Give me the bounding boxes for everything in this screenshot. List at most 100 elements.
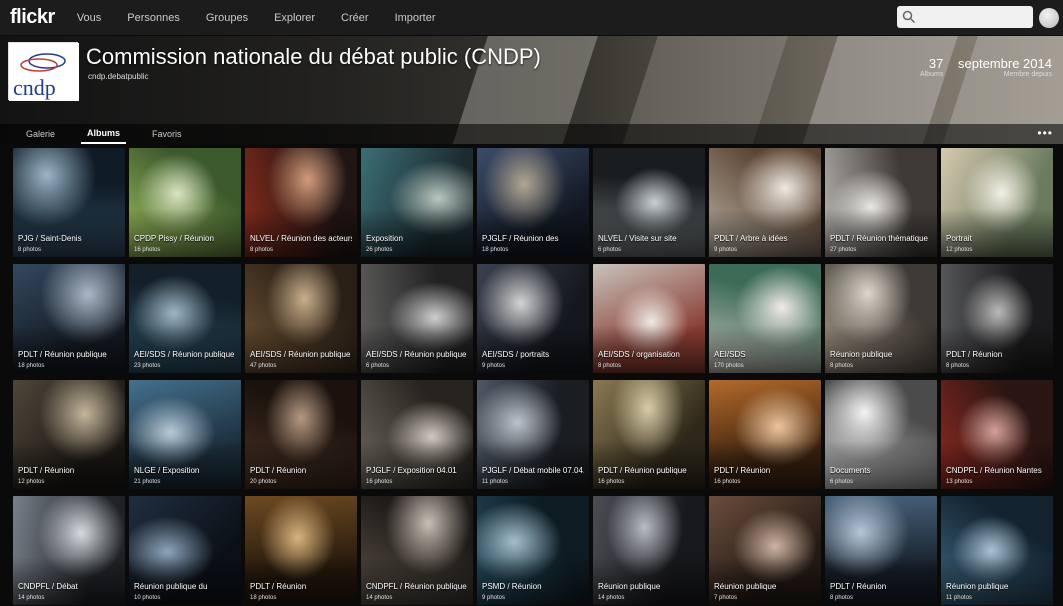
- stat-albums-value: 37: [928, 56, 944, 71]
- album-photo-count: 8 photos: [946, 363, 970, 369]
- album-title: AEI/SDS / Réunion publique: [366, 350, 467, 359]
- user-avatar[interactable]: [1039, 8, 1059, 28]
- album-tile[interactable]: Réunion publique 8 photos: [825, 264, 937, 373]
- album-photo-count: 14 photos: [366, 595, 393, 601]
- album-title: Portrait: [946, 234, 972, 243]
- album-title: PDLT / Réunion: [830, 582, 887, 591]
- album-tile[interactable]: AEI/SDS / Réunion publique 6 photos: [361, 264, 473, 373]
- album-photo-count: 47 photos: [250, 363, 277, 369]
- nav-link-personnes[interactable]: Personnes: [127, 12, 180, 24]
- album-photo-count: 7 photos: [714, 595, 738, 601]
- album-tile[interactable]: AEI/SDS / Réunion publique 23 photos: [129, 264, 241, 373]
- album-tile[interactable]: PDLT / Réunion thématique 27 photos: [825, 148, 937, 257]
- album-tile[interactable]: PDLT / Réunion 18 photos: [245, 496, 357, 605]
- page-subtitle: cndp.debatpublic: [88, 72, 149, 81]
- more-options-icon[interactable]: •••: [1037, 126, 1053, 140]
- album-tile[interactable]: NLVEL / Réunion des acteurs 8 photos: [245, 148, 357, 257]
- album-title: CNDPFL / Réunion Nantes: [946, 466, 1042, 475]
- album-tile[interactable]: PSMD / Réunion 9 photos: [477, 496, 589, 605]
- album-photo-count: 9 photos: [714, 247, 738, 253]
- album-tile[interactable]: Réunion publique 14 photos: [593, 496, 705, 605]
- album-title: PDLT / Réunion thématique: [830, 234, 928, 243]
- album-tile[interactable]: PJG / Saint-Denis 8 photos: [13, 148, 125, 257]
- album-title: PDLT / Réunion: [18, 466, 75, 475]
- album-title: NLGE / Exposition: [134, 466, 200, 475]
- album-photo-count: 9 photos: [482, 595, 506, 601]
- album-photo-count: 6 photos: [366, 363, 390, 369]
- album-tile[interactable]: PDLT / Réunion 8 photos: [825, 496, 937, 605]
- stat-member-since: septembre 2014 Membre depuis: [958, 56, 1052, 78]
- album-tile[interactable]: PDLT / Réunion 16 photos: [709, 380, 821, 489]
- album-photo-count: 11 photos: [946, 595, 972, 601]
- main-nav-links: Vous Personnes Groupes Explorer Créer Im…: [77, 12, 462, 24]
- album-photo-count: 14 photos: [18, 595, 45, 601]
- album-tile[interactable]: AEI/SDS 170 photos: [709, 264, 821, 373]
- album-tile[interactable]: PDLT / Réunion 20 photos: [245, 380, 357, 489]
- album-title: AEI/SDS / Réunion publique: [250, 350, 351, 359]
- album-photo-count: 21 photos: [134, 479, 161, 485]
- album-tile[interactable]: NLGE / Exposition 21 photos: [129, 380, 241, 489]
- search-icon: [902, 10, 916, 24]
- album-title: PDLT / Réunion: [714, 466, 771, 475]
- album-tile[interactable]: CPDP Pissy / Réunion 16 photos: [129, 148, 241, 257]
- album-tile[interactable]: NLVEL / Visite sur site 6 photos: [593, 148, 705, 257]
- album-tile[interactable]: AEI/SDS / organisation 8 photos: [593, 264, 705, 373]
- top-navigation: flickr Vous Personnes Groupes Explorer C…: [0, 0, 1063, 36]
- profile-subnav: Galerie Albums Favoris: [0, 124, 1063, 144]
- album-tile[interactable]: PJGLF / Exposition 04.01 16 photos: [361, 380, 473, 489]
- album-title: PSMD / Réunion: [482, 582, 542, 591]
- search-input[interactable]: [917, 8, 1027, 26]
- album-tile[interactable]: PJGLF / Débat mobile 07.04.15 11 photos: [477, 380, 589, 489]
- album-title: PJG / Saint-Denis: [18, 234, 82, 243]
- album-tile[interactable]: CNDPFL / Réunion Nantes 13 photos: [941, 380, 1053, 489]
- album-photo-count: 16 photos: [366, 479, 393, 485]
- tab-galerie[interactable]: Galerie: [20, 125, 61, 143]
- album-tile[interactable]: Exposition 26 photos: [361, 148, 473, 257]
- album-tile[interactable]: PDLT / Arbre à idées 9 photos: [709, 148, 821, 257]
- album-title: Exposition: [366, 234, 403, 243]
- album-title: NLVEL / Réunion des acteurs: [250, 234, 352, 243]
- page-title: Commission nationale du débat public (CN…: [86, 44, 541, 69]
- album-tile[interactable]: AEI/SDS / Réunion publique 47 photos: [245, 264, 357, 373]
- nav-link-creer[interactable]: Créer: [341, 12, 369, 24]
- album-tile[interactable]: Réunion publique du 10 photos: [129, 496, 241, 605]
- album-title: PDLT / Réunion: [250, 582, 307, 591]
- album-tile[interactable]: CNDPFL / Réunion publique 14 photos: [361, 496, 473, 605]
- album-title: Réunion publique: [946, 582, 1009, 591]
- album-title: Réunion publique: [598, 582, 661, 591]
- nav-link-explorer[interactable]: Explorer: [274, 12, 315, 24]
- nav-link-vous[interactable]: Vous: [77, 12, 101, 24]
- album-title: PJGLF / Exposition 04.01: [366, 466, 457, 475]
- album-photo-count: 170 photos: [714, 363, 744, 369]
- nav-link-importer[interactable]: Importer: [395, 12, 436, 24]
- album-photo-count: 8 photos: [18, 247, 42, 253]
- album-title: PJGLF / Débat mobile 07.04.15: [482, 466, 584, 475]
- nav-link-groupes[interactable]: Groupes: [206, 12, 248, 24]
- album-tile[interactable]: PDLT / Réunion 12 photos: [13, 380, 125, 489]
- search-box[interactable]: [897, 6, 1033, 28]
- album-photo-count: 18 photos: [482, 247, 509, 253]
- album-tile[interactable]: PDLT / Réunion publique 16 photos: [593, 380, 705, 489]
- profile-buddy-icon[interactable]: cndp: [8, 42, 79, 101]
- stat-member-since-label: Membre depuis: [1003, 71, 1052, 78]
- album-title: AEI/SDS / portraits: [482, 350, 550, 359]
- album-title: AEI/SDS / organisation: [598, 350, 680, 359]
- album-title: AEI/SDS / Réunion publique: [134, 350, 235, 359]
- album-tile[interactable]: PDLT / Réunion publique 18 photos: [13, 264, 125, 373]
- flickr-logo[interactable]: flickr: [10, 6, 55, 29]
- album-photo-count: 27 photos: [830, 247, 857, 253]
- album-tile[interactable]: AEI/SDS / portraits 9 photos: [477, 264, 589, 373]
- album-photo-count: 8 photos: [830, 363, 854, 369]
- album-title: PDLT / Réunion: [946, 350, 1003, 359]
- album-title: Réunion publique: [714, 582, 777, 591]
- album-tile[interactable]: Portrait 12 photos: [941, 148, 1053, 257]
- tab-albums[interactable]: Albums: [81, 124, 127, 144]
- album-tile[interactable]: CNDPFL / Débat 14 photos: [13, 496, 125, 605]
- album-tile[interactable]: Réunion publique 11 photos: [941, 496, 1053, 605]
- album-tile[interactable]: Réunion publique 7 photos: [709, 496, 821, 605]
- album-tile[interactable]: Documents 6 photos: [825, 380, 937, 489]
- album-photo-count: 6 photos: [830, 479, 854, 485]
- tab-favoris[interactable]: Favoris: [146, 125, 188, 143]
- album-tile[interactable]: PJGLF / Réunion des 18 photos: [477, 148, 589, 257]
- album-tile[interactable]: PDLT / Réunion 8 photos: [941, 264, 1053, 373]
